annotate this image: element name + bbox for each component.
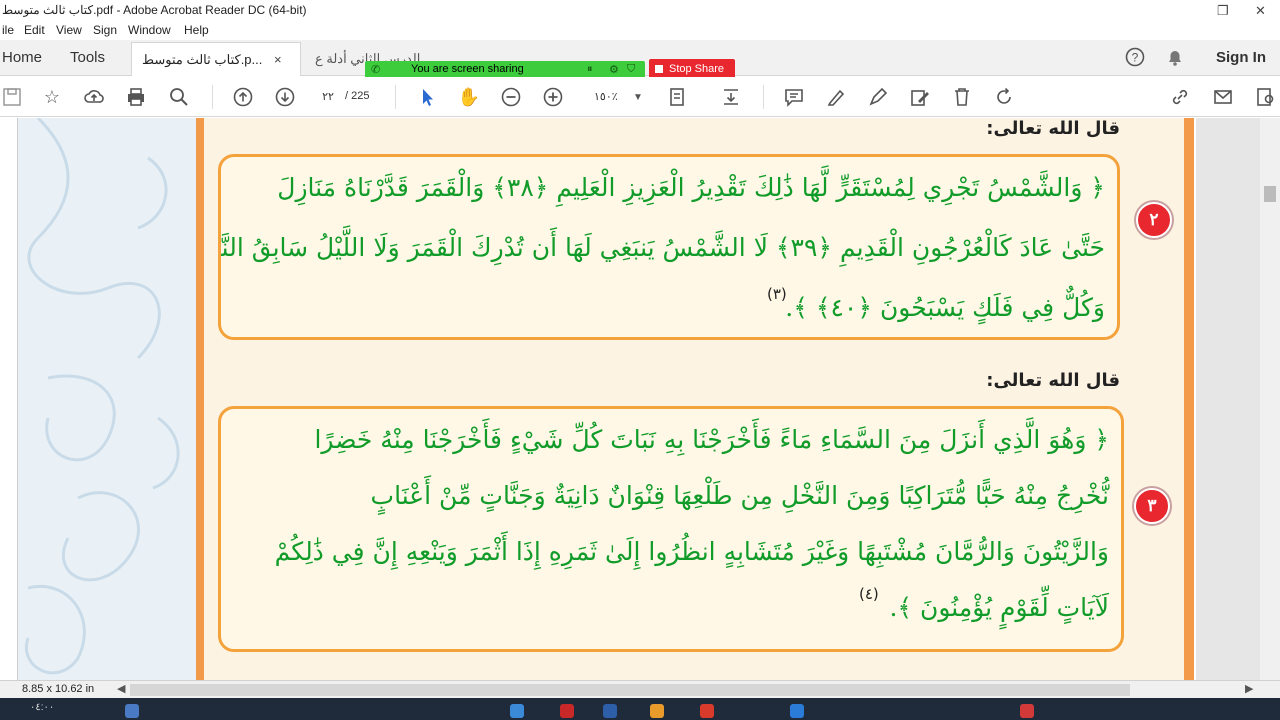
verse-box: ﴿ وَالشَّمْسُ تَجْرِي لِمُسْتَقَرٍّ لَّه… — [218, 154, 1120, 340]
notification-bell-icon[interactable] — [1165, 47, 1185, 72]
tab-document-label: كتاب ثالث متوسط.p... — [142, 52, 263, 67]
taskbar-clock: ٠٤:٠٠ — [30, 702, 55, 713]
section-heading: قال الله تعالى: — [986, 370, 1120, 391]
scroll-right-icon[interactable]: ▶ — [1245, 682, 1253, 695]
verse-line: ﴿ وَالشَّمْسُ تَجْرِي لِمُسْتَقَرٍّ لَّه… — [277, 173, 1105, 202]
settings-icon[interactable]: ⚙ — [609, 63, 619, 76]
window-title-bar: كتاب ثالث متوسط.pdf - Adobe Acrobat Read… — [0, 0, 1280, 22]
item-number-badge: ٢ — [1136, 202, 1172, 238]
search-document-icon[interactable] — [1254, 85, 1278, 109]
scroll-left-icon[interactable]: ◀ — [117, 682, 125, 695]
chevron-down-icon[interactable]: ▼ — [626, 85, 650, 109]
tab-home[interactable]: Home — [2, 49, 42, 66]
bookmark-star-icon[interactable]: ☆ — [40, 85, 64, 109]
taskbar-app-icon[interactable] — [790, 704, 804, 718]
document-viewport[interactable]: قال الله تعالى: ﴿ وَالشَّمْسُ تَجْرِي لِ… — [0, 118, 1260, 680]
comment-icon[interactable] — [782, 85, 806, 109]
shield-icon: ⛉ — [627, 63, 636, 75]
upload-cloud-icon[interactable] — [82, 85, 106, 109]
verse-line: نُّخْرِجُ مِنْهُ حَبًّا مُّتَرَاكِبًا وَ… — [370, 481, 1109, 510]
menu-help[interactable]: Help — [184, 23, 209, 37]
vertical-scrollbar[interactable] — [1260, 118, 1280, 680]
tab-document-active[interactable]: كتاب ثالث متوسط.p... × — [131, 42, 301, 76]
menu-bar: ile Edit View Sign Window Help — [0, 22, 1280, 40]
verse-box: ﴿ وَهُوَ الَّذِي أَنزَلَ مِنَ السَّمَاءِ… — [218, 406, 1124, 652]
svg-text:?: ? — [1132, 51, 1139, 65]
sign-in-button[interactable]: Sign In — [1216, 49, 1266, 66]
hand-tool-icon[interactable]: ✋ — [457, 85, 481, 109]
taskbar-app-icon[interactable] — [560, 704, 574, 718]
menu-view[interactable]: View — [56, 23, 82, 37]
taskbar-app-icon[interactable] — [603, 704, 617, 718]
delete-trash-icon[interactable] — [950, 85, 974, 109]
scroll-mode-icon[interactable] — [719, 85, 743, 109]
page-size-label: 8.85 x 10.62 in — [22, 683, 95, 695]
tab-tools[interactable]: Tools — [70, 49, 105, 66]
save-icon[interactable] — [0, 85, 24, 109]
menu-sign[interactable]: Sign — [93, 23, 117, 37]
rotate-icon[interactable] — [992, 85, 1016, 109]
page-number-input[interactable]: ٢٢ — [313, 87, 343, 107]
highlight-pen-icon[interactable] — [824, 85, 848, 109]
main-toolbar: ☆ ٢٢ / 225 ✋ ١٥٠٪ ▼ — [0, 77, 1280, 117]
pause-icon[interactable]: ⏸ — [587, 63, 593, 76]
item-number-badge: ٣ — [1134, 488, 1170, 524]
horizontal-scrollbar[interactable] — [130, 684, 1130, 696]
close-icon[interactable]: ✕ — [1255, 3, 1266, 19]
email-icon[interactable] — [1211, 85, 1235, 109]
screen-sharing-label: You are screen sharing — [411, 63, 524, 75]
share-link-icon[interactable] — [1168, 85, 1192, 109]
verse-line: لَآيَاتٍ لِّقَوْمٍ يُؤْمِنُونَ ﴾. — [889, 593, 1109, 622]
taskbar-app-icon[interactable] — [650, 704, 664, 718]
toolbar-divider — [395, 85, 396, 109]
taskbar-app-icon[interactable] — [1020, 704, 1034, 718]
page-content: قال الله تعالى: ﴿ وَالشَّمْسُ تَجْرِي لِ… — [204, 118, 1184, 680]
phone-icon: ✆ — [371, 64, 381, 76]
verse-line: حَتَّىٰ عَادَ كَالْعُرْجُونِ الْقَدِيمِ … — [218, 233, 1105, 262]
help-icon[interactable]: ? — [1125, 47, 1145, 72]
toolbar-divider — [212, 85, 213, 109]
verse-line: وَكُلٌّ فِي فَلَكٍ يَسْبَحُونَ ﴿٤٠﴾ ﴾. — [785, 293, 1105, 322]
next-page-icon[interactable] — [273, 85, 297, 109]
close-tab-icon[interactable]: × — [274, 52, 282, 67]
page-total: / 225 — [345, 90, 370, 102]
fill-sign-icon[interactable] — [908, 85, 932, 109]
menu-window[interactable]: Window — [128, 23, 171, 37]
zoom-out-icon[interactable] — [499, 85, 523, 109]
draw-pen-icon[interactable] — [866, 85, 890, 109]
verse-line: ﴿ وَهُوَ الَّذِي أَنزَلَ مِنَ السَّمَاءِ… — [314, 425, 1109, 454]
toolbar-divider — [763, 85, 764, 109]
status-bar: 8.85 x 10.62 in ◀ ▶ — [0, 680, 1280, 698]
os-taskbar: ٠٤:٠٠ — [0, 698, 1280, 720]
select-cursor-icon[interactable] — [415, 85, 439, 109]
section-heading: قال الله تعالى: — [986, 118, 1120, 139]
taskbar-app-icon[interactable] — [510, 704, 524, 718]
window-title: كتاب ثالث متوسط.pdf - Adobe Acrobat Read… — [2, 3, 307, 17]
taskbar-app-icon[interactable] — [125, 704, 139, 718]
zoom-in-icon[interactable] — [541, 85, 565, 109]
page-fit-icon[interactable] — [667, 85, 691, 109]
navigation-pane-collapsed[interactable] — [0, 118, 18, 680]
decorative-border — [18, 118, 196, 680]
restore-icon[interactable]: ❐ — [1217, 3, 1229, 19]
stop-icon — [655, 65, 663, 73]
zoom-search-icon[interactable] — [167, 85, 191, 109]
stop-share-label: Stop Share — [669, 63, 725, 75]
vertical-scroll-thumb[interactable] — [1264, 186, 1276, 202]
footnote-marker: (٤) — [859, 585, 879, 603]
menu-edit[interactable]: Edit — [24, 23, 45, 37]
previous-page-icon[interactable] — [231, 85, 255, 109]
print-icon[interactable] — [124, 85, 148, 109]
pdf-page: قال الله تعالى: ﴿ وَالشَّمْسُ تَجْرِي لِ… — [18, 118, 1196, 680]
menu-file[interactable]: ile — [2, 23, 14, 37]
taskbar-app-icon[interactable] — [700, 704, 714, 718]
verse-line: وَالزَّيْتُونَ وَالرُّمَّانَ مُشْتَبِهًا… — [274, 537, 1109, 566]
footnote-marker: (٣) — [767, 285, 787, 303]
